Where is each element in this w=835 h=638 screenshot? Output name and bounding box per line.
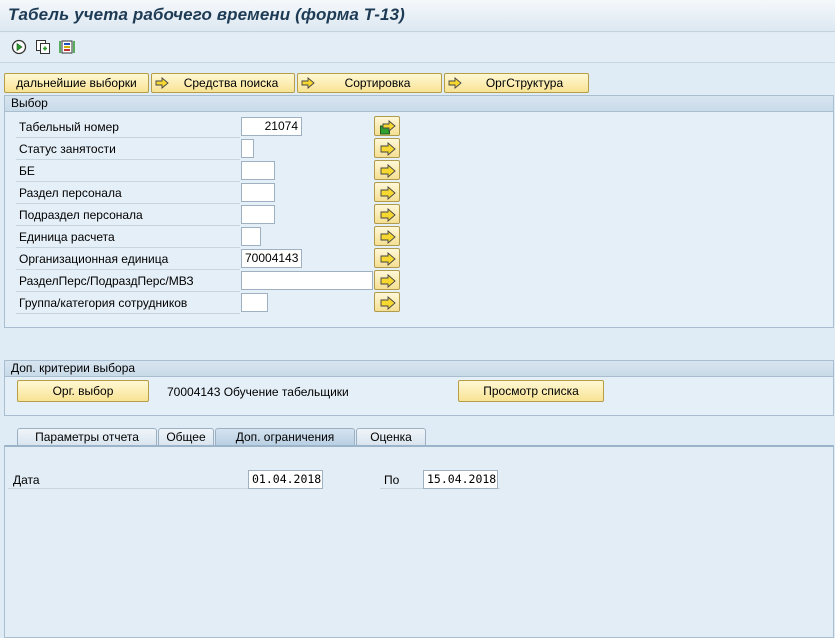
field-label: Группа/категория сотрудников: [19, 296, 188, 310]
further-selections-label: дальнейшие выборки: [16, 76, 137, 90]
selection-options-icon[interactable]: [59, 39, 75, 55]
field-label: Раздел персонала: [19, 186, 122, 200]
selection-group-header: Выбор: [5, 96, 833, 112]
multiple-selection-button[interactable]: [374, 270, 400, 290]
field-row: БЕ: [16, 160, 240, 182]
org-unit-info: 70004143 Обучение табельщики: [167, 385, 349, 399]
field-label: Табельный номер: [19, 120, 119, 134]
date-from-input[interactable]: 01.04.2018: [248, 470, 323, 489]
field-row: Группа/категория сотрудников: [16, 292, 240, 314]
multiple-selection-button[interactable]: [374, 160, 400, 180]
multiple-selection-button[interactable]: [374, 292, 400, 312]
org-structure-label: ОргСтруктура: [485, 76, 564, 90]
company-code-input[interactable]: [241, 161, 275, 180]
field-label: Организационная единица: [19, 252, 169, 266]
tab-general[interactable]: Общее: [158, 428, 214, 446]
search-helps-label: Средства поиска: [183, 76, 279, 90]
date-label: Дата: [13, 473, 40, 487]
arrow-right-icon: [380, 296, 396, 310]
field-label: РазделПерс/ПодраздПерс/МВЗ: [19, 274, 194, 288]
arrow-right-icon: [155, 76, 169, 90]
field-label: БЕ: [19, 164, 35, 178]
variant-icon[interactable]: [35, 39, 51, 55]
arrow-right-icon: [380, 164, 396, 178]
employment-status-input[interactable]: [241, 139, 254, 158]
sorting-label: Сортировка: [344, 76, 411, 90]
search-helps-button[interactable]: Средства поиска: [151, 73, 295, 93]
field-label: Единица расчета: [19, 230, 115, 244]
field-row: Табельный номер: [16, 116, 240, 138]
multiple-selection-button[interactable]: [374, 116, 400, 136]
multiple-selection-button[interactable]: [374, 182, 400, 202]
arrow-right-icon: [380, 230, 396, 244]
arrow-right-icon: [380, 142, 396, 156]
application-toolbar: [0, 33, 835, 63]
multiple-selection-button[interactable]: [374, 138, 400, 158]
additional-criteria-header: Доп. критерии выбора: [5, 361, 833, 377]
employee-group-input[interactable]: [241, 293, 268, 312]
to-label: По: [384, 473, 400, 487]
field-row: Статус занятости: [16, 138, 240, 160]
personnel-subarea-input[interactable]: [241, 205, 275, 224]
execute-icon[interactable]: [11, 39, 27, 55]
org-unit-input[interactable]: 70004143: [241, 249, 302, 268]
tab-additional-restrictions[interactable]: Доп. ограничения: [215, 428, 355, 446]
field-row: Подраздел персонала: [16, 204, 240, 226]
multiple-selection-button[interactable]: [374, 248, 400, 268]
field-row: Раздел персонала: [16, 182, 240, 204]
arrow-right-icon: [380, 274, 396, 288]
payroll-area-input[interactable]: [241, 227, 261, 246]
field-row: Организационная единица: [16, 248, 240, 270]
personnel-number-input[interactable]: 21074: [241, 117, 302, 136]
arrow-right-icon: [301, 76, 315, 90]
arrow-right-icon: [380, 186, 396, 200]
list-view-button[interactable]: Просмотр списка: [458, 380, 604, 402]
arrow-right-icon: [448, 76, 462, 90]
multiple-selection-active-icon: [380, 120, 396, 135]
date-to-input[interactable]: 15.04.2018: [423, 470, 498, 489]
org-structure-button[interactable]: ОргСтруктура: [444, 73, 589, 93]
tab-report-parameters[interactable]: Параметры отчета: [17, 428, 157, 446]
arrow-right-icon: [380, 252, 396, 266]
arrow-right-icon: [380, 208, 396, 222]
further-selections-button[interactable]: дальнейшие выборки: [4, 73, 149, 93]
tab-evaluation[interactable]: Оценка: [356, 428, 426, 446]
field-row: Единица расчета: [16, 226, 240, 248]
personnel-area-input[interactable]: [241, 183, 275, 202]
field-row: РазделПерс/ПодраздПерс/МВЗ: [16, 270, 240, 292]
org-select-button[interactable]: Орг. выбор: [17, 380, 149, 402]
multiple-selection-button[interactable]: [374, 204, 400, 224]
field-label: Подраздел персонала: [19, 208, 143, 222]
multiple-selection-button[interactable]: [374, 226, 400, 246]
page-title: Табель учета рабочего времени (форма Т-1…: [8, 5, 405, 24]
title-bar: Табель учета рабочего времени (форма Т-1…: [0, 0, 835, 32]
area-subarea-costcenter-input[interactable]: [241, 271, 373, 290]
sorting-button[interactable]: Сортировка: [297, 73, 442, 93]
field-label: Статус занятости: [19, 142, 116, 156]
